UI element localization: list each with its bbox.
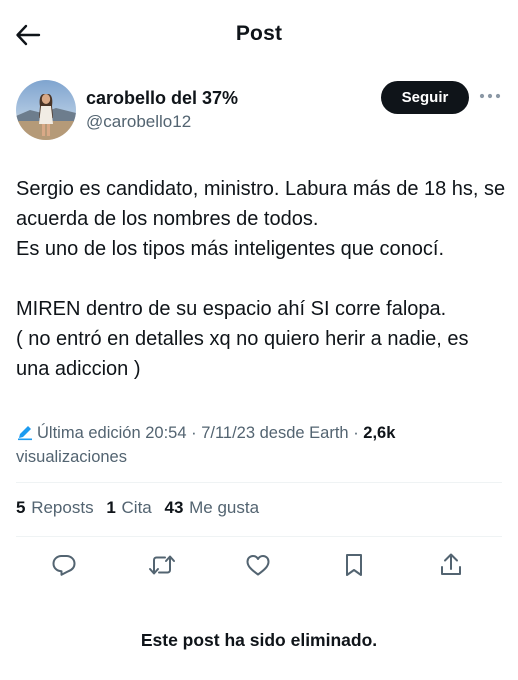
- bookmark-button[interactable]: [337, 548, 371, 582]
- share-button[interactable]: [434, 548, 468, 582]
- last-edit-label[interactable]: Última edición: [37, 424, 141, 442]
- likes-stat[interactable]: 43 Me gusta: [164, 498, 259, 517]
- pencil-icon[interactable]: [16, 423, 34, 447]
- quotes-label: Cita: [121, 498, 152, 517]
- reposts-label: Reposts: [31, 498, 94, 517]
- post-stats: 5 Reposts 1 Cita 43 Me gusta: [16, 498, 267, 518]
- reposts-count: 5: [16, 498, 26, 517]
- post-text: Sergio es candidato, ministro. Labura má…: [16, 178, 506, 380]
- likes-count: 43: [164, 498, 184, 517]
- deleted-notice: Este post ha sido eliminado.: [140, 630, 378, 650]
- page-title: Post: [235, 22, 283, 45]
- quotes-count: 1: [106, 498, 116, 517]
- reply-icon: [52, 555, 76, 576]
- avatar[interactable]: [16, 80, 76, 140]
- repost-button[interactable]: [145, 548, 179, 582]
- views-label: visualizaciones: [16, 448, 127, 466]
- quotes-stat[interactable]: 1 Cita: [106, 498, 151, 517]
- share-icon: [441, 553, 461, 575]
- post-time[interactable]: 20:54: [145, 424, 186, 442]
- like-button[interactable]: [241, 548, 275, 582]
- likes-label: Me gusta: [189, 498, 260, 517]
- post-date[interactable]: 7/11/23: [201, 424, 255, 442]
- more-horizontal-icon: [479, 93, 501, 99]
- divider: [16, 536, 502, 537]
- action-bar: [16, 548, 502, 582]
- top-bar: Post: [0, 0, 518, 70]
- heart-icon: [246, 555, 270, 576]
- repost-icon: [149, 555, 175, 575]
- more-options-button[interactable]: [478, 84, 502, 108]
- bookmark-icon: [346, 554, 362, 576]
- post-author: carobello del 37% @carobello12 Seguir: [16, 80, 502, 140]
- reposts-stat[interactable]: 5 Reposts: [16, 498, 94, 517]
- views-count: 2,6k: [363, 424, 396, 442]
- reply-button[interactable]: [47, 548, 81, 582]
- display-name[interactable]: carobello del 37%: [86, 88, 238, 109]
- profile-photo: [16, 80, 76, 140]
- post-source: desde Earth: [259, 424, 349, 442]
- divider: [16, 482, 502, 483]
- follow-button[interactable]: Seguir: [381, 81, 469, 114]
- post-metadata: Última edición 20:54 · 7/11/23 desde Ear…: [16, 423, 502, 468]
- meta-separator: ·: [191, 424, 197, 442]
- meta-separator: ·: [353, 424, 359, 442]
- username[interactable]: @carobello12: [86, 112, 191, 132]
